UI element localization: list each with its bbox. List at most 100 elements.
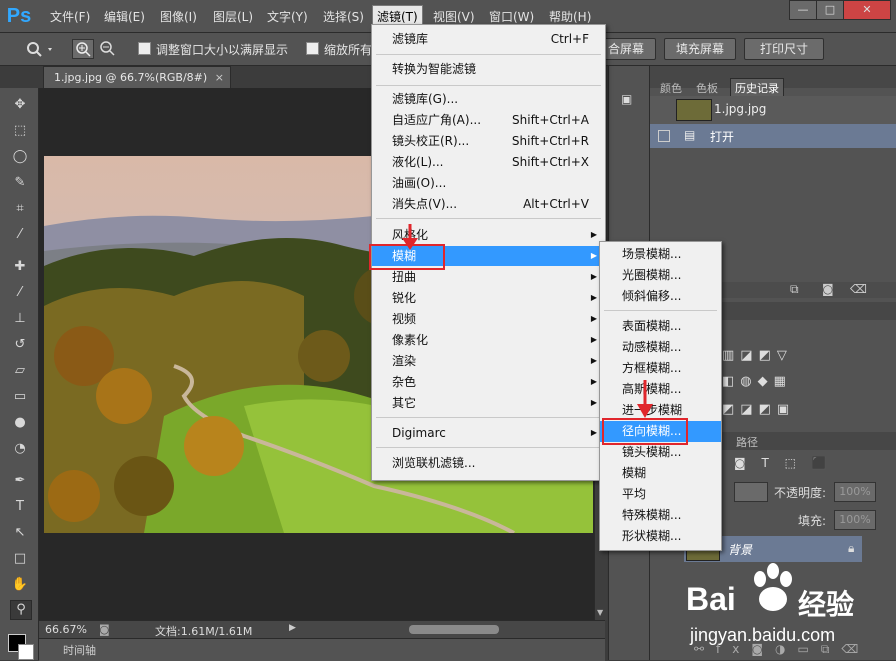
rectangle-tool-icon[interactable]: □	[10, 550, 30, 568]
oil-paint[interactable]: 油画(O)...	[372, 173, 605, 193]
eraser-tool-icon[interactable]: ▱	[10, 362, 30, 380]
gradient-tool-icon[interactable]: ▭	[10, 388, 30, 406]
browse-online-filters[interactable]: 浏览联机滤镜...	[372, 453, 605, 473]
hand-tool-icon[interactable]: ✋	[10, 576, 30, 594]
status-icon[interactable]: ◙	[99, 623, 110, 636]
layer-filter-icons[interactable]: ◙ T ⬚ ⬛	[734, 456, 833, 470]
horizontal-scroll-thumb[interactable]	[409, 625, 499, 634]
blend-mode-select[interactable]	[734, 482, 768, 502]
trash-icon[interactable]: ⌫	[850, 282, 867, 296]
brush-tool-icon[interactable]: ⁄	[10, 284, 30, 302]
zoom-out-icon[interactable]	[97, 39, 117, 57]
lens-correction[interactable]: 镜头校正(R)... Shift+Ctrl+R	[372, 131, 605, 151]
surface-blur[interactable]: 表面模糊...	[600, 316, 721, 337]
path-select-tool-icon[interactable]: ↖	[10, 524, 30, 542]
convert-smart-filter[interactable]: 转换为智能滤镜	[372, 59, 605, 79]
adaptive-wide-angle[interactable]: 自适应广角(A)... Shift+Ctrl+A	[372, 110, 605, 130]
filter-gallery[interactable]: 滤镜库(G)...	[372, 89, 605, 109]
box-blur[interactable]: 方框模糊...	[600, 358, 721, 379]
fill-input[interactable]: 100%	[834, 510, 876, 530]
paw-icon	[754, 563, 792, 611]
minimize-button[interactable]: —	[789, 0, 817, 20]
status-menu-arrow-icon[interactable]: ▶	[289, 623, 296, 633]
shape-blur[interactable]: 形状模糊...	[600, 526, 721, 547]
background-color-swatch[interactable]	[18, 644, 34, 660]
blur-tool-icon[interactable]: ●	[10, 414, 30, 432]
submenu-arrow-icon: ▶	[590, 272, 597, 281]
history-snapshot-row[interactable]: 1.jpg.jpg	[650, 96, 896, 124]
tab-paths[interactable]: 路径	[736, 434, 758, 450]
filter-gallery-last[interactable]: 滤镜库 Ctrl+F	[372, 29, 605, 49]
new-document-icon[interactable]: ⧉	[790, 282, 799, 297]
clone-stamp-tool-icon[interactable]: ⊥	[10, 310, 30, 328]
zoom-tool-icon[interactable]	[26, 41, 56, 57]
fill-screen-button[interactable]: 填充屏幕	[664, 38, 736, 60]
opacity-input[interactable]: 100%	[834, 482, 876, 502]
scroll-down-icon[interactable]: ▼	[597, 608, 603, 617]
snapshot-name: 1.jpg.jpg	[714, 102, 767, 116]
timeline-tab[interactable]: 时间轴	[63, 642, 96, 658]
tab-history[interactable]: 历史记录	[730, 78, 784, 97]
render-submenu[interactable]: 渲染 ▶	[372, 351, 605, 371]
history-panel-icon[interactable]: ▣	[621, 92, 637, 106]
adjustment-icons-row2[interactable]: ◧◍◆▦	[722, 374, 792, 389]
lens-blur[interactable]: 镜头模糊...	[600, 442, 721, 463]
pixelate-submenu[interactable]: 像素化 ▶	[372, 330, 605, 350]
zoom-in-icon[interactable]	[72, 39, 94, 59]
tab-color[interactable]: 颜色	[660, 80, 682, 96]
tab-swatches[interactable]: 色板	[696, 80, 718, 96]
move-tool-icon[interactable]: ✥	[10, 96, 30, 114]
eyedropper-tool-icon[interactable]: ⁄	[10, 226, 30, 244]
menu-edit[interactable]: 编辑(E)	[104, 8, 145, 25]
crop-tool-icon[interactable]: ⌗	[10, 200, 30, 218]
field-blur[interactable]: 场景模糊...	[600, 244, 721, 265]
smart-blur[interactable]: 特殊模糊...	[600, 505, 721, 526]
history-brush-tool-icon[interactable]: ↺	[10, 336, 30, 354]
healing-brush-tool-icon[interactable]: ✚	[10, 258, 30, 276]
zoom-level[interactable]: 66.67%	[45, 623, 87, 636]
marquee-tool-icon[interactable]: ⬚	[10, 122, 30, 140]
maximize-button[interactable]: □	[816, 0, 844, 20]
document-tab[interactable]: 1.jpg.jpg @ 66.7%(RGB/8#) ×	[43, 66, 231, 88]
menu-window[interactable]: 窗口(W)	[489, 8, 534, 25]
distort-submenu[interactable]: 扭曲 ▶	[372, 267, 605, 287]
print-size-button[interactable]: 打印尺寸	[744, 38, 824, 60]
iris-blur[interactable]: 光圈模糊...	[600, 265, 721, 286]
digimarc-submenu[interactable]: Digimarc ▶	[372, 423, 605, 443]
pen-tool-icon[interactable]: ✒	[10, 472, 30, 490]
video-submenu[interactable]: 视频 ▶	[372, 309, 605, 329]
zoom-all-checkbox[interactable]	[306, 42, 319, 55]
close-tab-icon[interactable]: ×	[215, 67, 224, 88]
menu-layer[interactable]: 图层(L)	[213, 8, 253, 25]
noise-submenu[interactable]: 杂色 ▶	[372, 372, 605, 392]
zoom-tool-button-icon[interactable]: ⚲	[10, 600, 32, 620]
tilt-shift[interactable]: 倾斜偏移...	[600, 286, 721, 307]
average[interactable]: 平均	[600, 484, 721, 505]
motion-blur[interactable]: 动感模糊...	[600, 337, 721, 358]
menu-image[interactable]: 图像(I)	[160, 8, 197, 25]
resize-windows-checkbox[interactable]	[138, 42, 151, 55]
history-item-open[interactable]: ▤ 打开	[650, 124, 896, 148]
resize-windows-label: 调整窗口大小以满屏显示	[156, 43, 289, 57]
lasso-tool-icon[interactable]: ◯	[10, 148, 30, 166]
close-button[interactable]: ✕	[843, 0, 891, 20]
menu-view[interactable]: 视图(V)	[433, 8, 475, 25]
vanishing-point[interactable]: 消失点(V)... Alt+Ctrl+V	[372, 194, 605, 214]
gaussian-blur[interactable]: 高斯模糊...	[600, 379, 721, 400]
sharpen-submenu[interactable]: 锐化 ▶	[372, 288, 605, 308]
adjustment-icons-row1[interactable]: ▥◪◩▽	[722, 348, 793, 363]
menu-file[interactable]: 文件(F)	[50, 8, 90, 25]
adjustment-icons-row3[interactable]: ◩◪◩▣	[722, 402, 795, 417]
quick-select-tool-icon[interactable]: ✎	[10, 174, 30, 192]
history-checkbox[interactable]	[658, 130, 670, 142]
dodge-tool-icon[interactable]: ◔	[10, 440, 30, 458]
liquify[interactable]: 液化(L)... Shift+Ctrl+X	[372, 152, 605, 172]
other-submenu[interactable]: 其它 ▶	[372, 393, 605, 413]
menu-type[interactable]: 文字(Y)	[267, 8, 308, 25]
snapshot-camera-icon[interactable]: ◙	[822, 282, 834, 296]
blur[interactable]: 模糊	[600, 463, 721, 484]
baidu-watermark: Bai 经验 jingyan.baidu.com	[686, 563, 896, 660]
menu-help[interactable]: 帮助(H)	[549, 8, 591, 25]
type-tool-icon[interactable]: T	[10, 498, 30, 516]
menu-select[interactable]: 选择(S)	[323, 8, 364, 25]
